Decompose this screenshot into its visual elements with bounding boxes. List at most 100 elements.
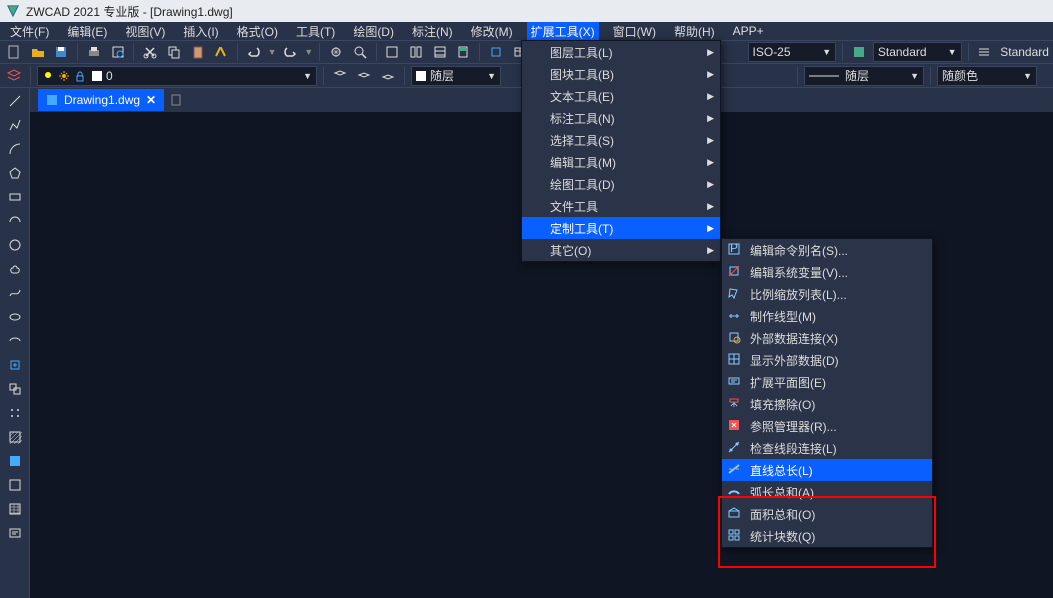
menu-item[interactable]: 扩展平面图(E): [722, 371, 932, 393]
menu-item[interactable]: APP+: [729, 23, 768, 39]
menu-item[interactable]: 编辑系统变量(V)...: [722, 261, 932, 283]
menu-item[interactable]: 文件工具▶: [522, 195, 720, 217]
layer-manager-icon[interactable]: [4, 66, 24, 86]
properties-icon[interactable]: [406, 42, 426, 62]
calc-icon[interactable]: [454, 42, 474, 62]
menubar[interactable]: 文件(F) 编辑(E) 视图(V) 插入(I) 格式(O) 工具(T) 绘图(D) 标注(N)…: [0, 22, 1053, 40]
menu-item[interactable]: 外部数据连接(X): [722, 327, 932, 349]
submenu-arrow-icon: ▶: [707, 47, 714, 58]
dim-style-dropdown[interactable]: ISO-25▼: [748, 42, 837, 62]
menu-item[interactable]: 文件(F): [6, 22, 53, 41]
polygon-icon[interactable]: [6, 164, 24, 182]
region-icon[interactable]: [6, 476, 24, 494]
spline-icon[interactable]: [6, 284, 24, 302]
print-icon[interactable]: [84, 42, 104, 62]
menu-item[interactable]: 修改(M): [467, 22, 517, 41]
menu-item[interactable]: 插入(I): [179, 22, 222, 41]
dropdown-arrow-icon[interactable]: ▼: [268, 47, 277, 57]
cut-icon[interactable]: [140, 42, 160, 62]
menu-item-icon: [727, 330, 743, 346]
menu-item[interactable]: 填充擦除(O): [722, 393, 932, 415]
menu-item[interactable]: 其它(O)▶: [522, 239, 720, 261]
grid-icon[interactable]: [383, 42, 403, 62]
menu-item[interactable]: 视图(V): [121, 22, 169, 41]
menu-item[interactable]: 绘图工具(D)▶: [522, 173, 720, 195]
arc-icon[interactable]: [6, 140, 24, 158]
point-icon[interactable]: [6, 404, 24, 422]
layer-match-icon[interactable]: [378, 66, 398, 86]
menu-item[interactable]: 格式(O): [233, 22, 282, 41]
match-icon[interactable]: [211, 42, 231, 62]
lineweight-dropdown[interactable]: 随颜色 ▼: [937, 66, 1037, 86]
preview-icon[interactable]: [108, 42, 128, 62]
color-dropdown[interactable]: 随层 ▼: [411, 66, 501, 86]
layer-dropdown[interactable]: 0 ▼: [37, 66, 317, 86]
menu-item[interactable]: 工具(T): [292, 22, 339, 41]
separator: [404, 67, 405, 85]
menu-item[interactable]: 标注工具(N)▶: [522, 107, 720, 129]
menu-item[interactable]: 参照管理器(R)...: [722, 415, 932, 437]
sheet-icon[interactable]: [430, 42, 450, 62]
menu-item[interactable]: 显示外部数据(D): [722, 349, 932, 371]
insert-block-icon[interactable]: [6, 356, 24, 374]
layer-prev-icon[interactable]: [330, 66, 350, 86]
mtext-icon[interactable]: [6, 524, 24, 542]
menu-item[interactable]: 检查线段连接(L): [722, 437, 932, 459]
hatch-icon[interactable]: [6, 428, 24, 446]
layer-state-icon[interactable]: [354, 66, 374, 86]
menu-item[interactable]: 扩展工具(X): [527, 22, 599, 41]
submenu-arrow-icon: ▶: [707, 245, 714, 256]
menu-item[interactable]: 标注(N): [408, 22, 457, 41]
make-block-icon[interactable]: [6, 380, 24, 398]
menu-item[interactable]: 定制工具(T)▶: [522, 217, 720, 239]
menu-item[interactable]: 选择工具(S)▶: [522, 129, 720, 151]
ellipse-icon[interactable]: [6, 308, 24, 326]
separator: [376, 43, 377, 61]
menu-item[interactable]: 图块工具(B)▶: [522, 63, 720, 85]
arc3p-icon[interactable]: [6, 212, 24, 230]
line-icon[interactable]: [6, 92, 24, 110]
linetype-dropdown[interactable]: 随层 ▼: [804, 66, 924, 86]
menu-item[interactable]: 统计块数(Q): [722, 525, 932, 547]
polyline-icon[interactable]: [6, 116, 24, 134]
text-style-icon[interactable]: [849, 42, 869, 62]
file-tab-active[interactable]: Drawing1.dwg ✕: [38, 89, 164, 111]
table2-icon[interactable]: [6, 500, 24, 518]
open-icon[interactable]: [28, 42, 48, 62]
menu-item-icon: P: [727, 242, 743, 258]
rectangle-icon[interactable]: [6, 188, 24, 206]
new-tab-button[interactable]: [166, 89, 188, 111]
gradient-icon[interactable]: [6, 452, 24, 470]
redo-icon[interactable]: [281, 42, 301, 62]
menu-item-label: 比例缩放列表(L)...: [750, 286, 847, 303]
mline-style-icon[interactable]: [975, 42, 995, 62]
undo-icon[interactable]: [244, 42, 264, 62]
dropdown-arrow-icon[interactable]: ▼: [304, 47, 313, 57]
revcloud-icon[interactable]: [6, 260, 24, 278]
paste-icon[interactable]: [188, 42, 208, 62]
close-icon[interactable]: ✕: [146, 93, 156, 107]
menu-item[interactable]: 编辑(E): [63, 22, 111, 41]
menu-item[interactable]: 弧长总和(A): [722, 481, 932, 503]
zoom-icon[interactable]: [350, 42, 370, 62]
menu-item[interactable]: 编辑工具(M)▶: [522, 151, 720, 173]
ellipse-arc-icon[interactable]: [6, 332, 24, 350]
text-style-dropdown[interactable]: Standard▼: [873, 42, 962, 62]
copy-icon[interactable]: [164, 42, 184, 62]
new-icon[interactable]: [4, 42, 24, 62]
menu-item-icon: [727, 396, 743, 412]
menu-item[interactable]: 直线总长(L): [722, 459, 932, 481]
menu-item[interactable]: 窗口(W): [609, 22, 660, 41]
menu-item[interactable]: 比例缩放列表(L)...: [722, 283, 932, 305]
menu-item[interactable]: 制作线型(M): [722, 305, 932, 327]
menu-item[interactable]: P编辑命令别名(S)...: [722, 239, 932, 261]
menu-item[interactable]: 文本工具(E)▶: [522, 85, 720, 107]
circle-icon[interactable]: [6, 236, 24, 254]
pan-icon[interactable]: [326, 42, 346, 62]
menu-item[interactable]: 图层工具(L)▶: [522, 41, 720, 63]
menu-item[interactable]: 面积总和(O): [722, 503, 932, 525]
menu-item[interactable]: 绘图(D): [349, 22, 398, 41]
menu-item[interactable]: 帮助(H): [670, 22, 719, 41]
block-icon[interactable]: [486, 42, 506, 62]
save-icon[interactable]: [51, 42, 71, 62]
